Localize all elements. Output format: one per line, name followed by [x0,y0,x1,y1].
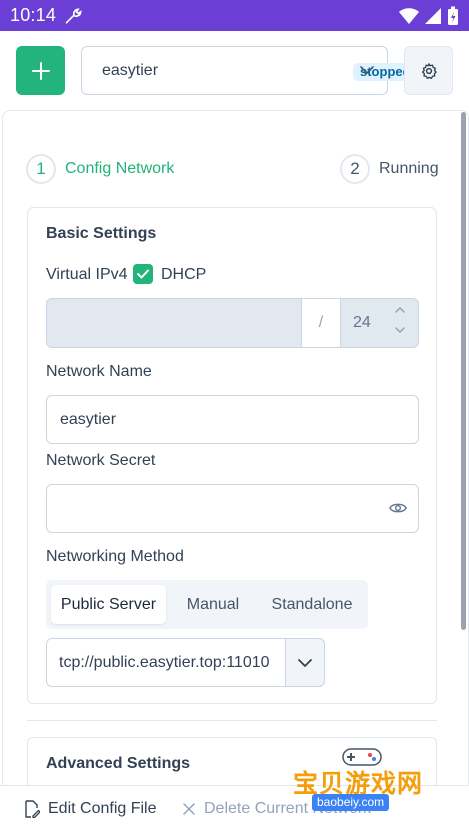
edit-config-file-button[interactable]: Edit Config File [24,800,157,818]
watermark: 宝贝游戏网 baobeiy.com [293,744,438,814]
close-icon [183,803,195,815]
basic-settings-panel: Basic Settings Virtual IPv4 DHCP / 24 Ne… [27,207,437,704]
netmask-input[interactable]: 24 [341,299,418,347]
eye-icon[interactable] [389,500,407,516]
netmask-spinner [394,305,406,335]
method-standalone[interactable]: Standalone [260,585,364,624]
settings-button[interactable] [404,46,453,95]
system-status-bar: 10:14 [0,0,469,31]
step-label: Running [379,160,439,177]
add-network-button[interactable] [16,46,65,95]
scrollbar[interactable] [461,112,466,630]
wifi-icon [399,7,419,24]
virtual-ipv4-label: Virtual IPv4 [46,266,128,283]
check-icon [137,269,149,279]
network-name-label: Network Name [46,363,152,380]
edit-config-label: Edit Config File [48,800,157,817]
plus-icon [31,61,50,80]
chevron-up-icon[interactable] [394,305,406,315]
gear-icon [421,62,437,79]
method-public-server[interactable]: Public Server [51,585,166,624]
status-icons [399,6,459,26]
step-number: 2 [340,154,370,184]
dhcp-checkbox[interactable] [133,264,153,284]
networking-method-selector: Public Server Manual Standalone [46,580,368,629]
public-server-input[interactable]: tcp://public.easytier.top:11010 [46,638,286,687]
public-server-dropdown[interactable] [285,638,325,687]
network-name-input[interactable]: easytier [46,395,419,444]
step-running[interactable]: 2 Running [340,153,439,185]
stepper: 1 Config Network 2 Running [26,153,439,185]
panel-title: Basic Settings [46,225,157,242]
file-edit-icon [25,800,40,818]
network-secret-input[interactable] [46,484,419,533]
chevron-down-icon [298,658,312,667]
signal-icon [425,7,441,24]
chevron-down-icon [360,66,374,74]
dhcp-label: DHCP [161,266,207,283]
step-config-network[interactable]: 1 Config Network [26,153,174,185]
selected-network-name: easytier [102,61,159,79]
clock: 10:14 [10,5,57,25]
panel-title: Advanced Settings [46,755,191,772]
public-server-value: tcp://public.easytier.top:11010 [59,653,270,671]
watermark-url: baobeiy.com [312,794,390,811]
battery-icon [448,6,458,25]
network-secret-label: Network Secret [46,452,156,469]
step-label: Config Network [65,160,175,177]
network-select[interactable]: easytier stopped [81,46,418,95]
ipv4-slash: / [301,299,341,347]
netmask-value: 24 [353,314,371,331]
network-name-value: easytier [60,410,117,428]
chevron-down-icon[interactable] [394,325,406,335]
ipv4-input[interactable] [47,299,301,347]
step-number: 1 [26,154,56,184]
ipv4-input-group: / 24 [46,298,419,348]
networking-method-label: Networking Method [46,548,184,565]
method-manual[interactable]: Manual [172,585,254,624]
section-divider [27,720,437,721]
top-toolbar: easytier stopped [0,31,469,110]
wrench-icon [65,7,82,23]
